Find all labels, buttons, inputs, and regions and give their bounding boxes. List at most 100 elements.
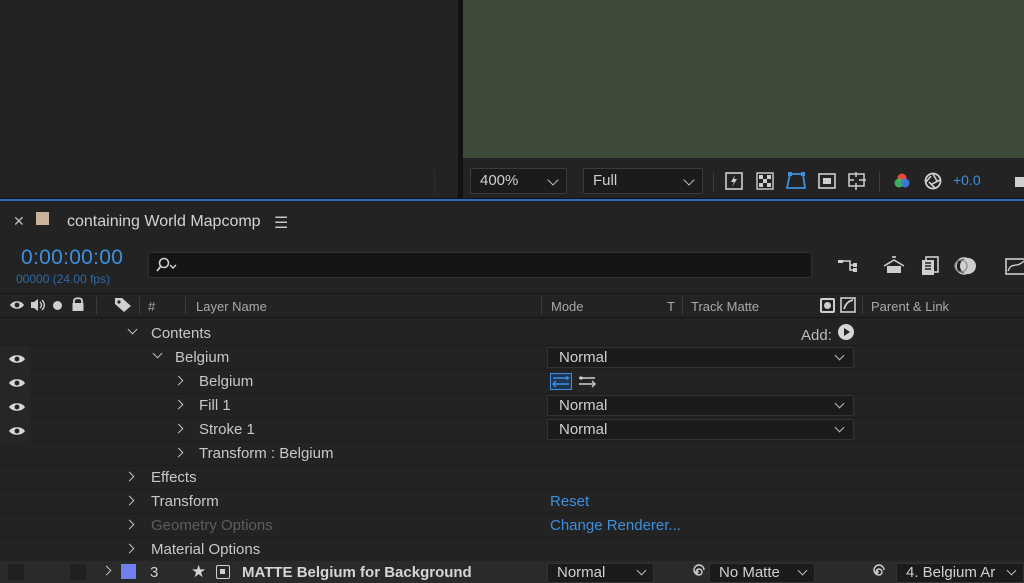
col-mode: Mode xyxy=(551,299,584,314)
magnification-dropdown[interactable]: 400% xyxy=(470,168,567,194)
eye-icon[interactable] xyxy=(8,424,26,436)
reset-link[interactable]: Reset xyxy=(550,493,589,510)
chevron-down-icon xyxy=(834,398,845,409)
chevron-right-icon[interactable] xyxy=(173,447,184,458)
fast-previews-icon[interactable] xyxy=(723,170,745,192)
draft-3d-icon[interactable] xyxy=(880,254,908,278)
col-layer-name[interactable]: Layer Name xyxy=(196,299,267,314)
chevron-right-icon[interactable] xyxy=(173,375,184,386)
path-direction-reverse-icon[interactable] xyxy=(550,373,572,395)
col-parent-link: Parent & Link xyxy=(871,299,950,314)
change-renderer-link[interactable]: Change Renderer... xyxy=(550,517,681,534)
blend-mode-value: Normal xyxy=(559,421,608,438)
mask-visibility-icon[interactable] xyxy=(785,170,807,192)
chevron-right-icon[interactable] xyxy=(124,471,135,482)
col-number: # xyxy=(148,299,156,314)
chevron-down-icon xyxy=(834,350,845,361)
chevron-right-icon[interactable] xyxy=(173,423,184,434)
blend-mode-dropdown[interactable]: Normal xyxy=(547,395,854,416)
chevron-down-icon xyxy=(547,174,559,186)
property-label: Fill 1 xyxy=(199,397,231,414)
layer-name[interactable]: MATTE Belgium for Background xyxy=(242,564,472,581)
layer-type-icon xyxy=(216,565,230,579)
layer-mode-dropdown[interactable]: Normal xyxy=(547,563,654,583)
chevron-right-icon[interactable] xyxy=(173,399,184,410)
current-time-display[interactable]: 0:00:00:00 xyxy=(21,246,123,270)
property-row-fill[interactable]: Fill 1 Normal xyxy=(0,394,1024,418)
property-row-transform[interactable]: Transform Reset xyxy=(0,490,1024,514)
blend-mode-dropdown[interactable]: Normal xyxy=(547,347,854,368)
property-row-contents[interactable]: Contents xyxy=(0,322,1024,346)
layer-mode-value: Normal xyxy=(557,564,606,581)
eye-icon[interactable] xyxy=(8,352,26,364)
property-row-belgium-path[interactable]: Belgium xyxy=(0,370,1024,394)
comp-label-swatch xyxy=(36,212,49,225)
path-direction-normal-icon[interactable] xyxy=(576,373,598,395)
resolution-value: Full xyxy=(593,172,618,189)
grid-guides-icon[interactable] xyxy=(846,170,868,192)
property-row-stroke[interactable]: Stroke 1 Normal xyxy=(0,418,1024,442)
composition-viewer[interactable] xyxy=(463,0,1024,158)
frame-blending-icon[interactable] xyxy=(915,254,943,278)
video-switch[interactable] xyxy=(8,564,24,580)
property-row-material-options[interactable]: Material Options xyxy=(0,538,1024,562)
chevron-right-icon[interactable] xyxy=(124,519,135,530)
video-toggle-icon[interactable] xyxy=(9,298,25,317)
resolution-dropdown[interactable]: Full xyxy=(583,168,703,194)
lock-icon[interactable] xyxy=(71,296,85,317)
property-label: Belgium xyxy=(175,349,230,366)
transparency-grid-icon[interactable] xyxy=(754,170,776,192)
chevron-down-icon xyxy=(683,174,695,186)
chevron-down-icon[interactable] xyxy=(152,348,163,359)
label-tag-icon[interactable] xyxy=(114,297,132,318)
property-row-effects[interactable]: Effects xyxy=(0,466,1024,490)
chevron-down-icon xyxy=(636,565,647,576)
layer-search-input[interactable] xyxy=(148,252,812,278)
chevron-right-icon[interactable] xyxy=(124,543,135,554)
property-label: Stroke 1 xyxy=(199,421,255,438)
property-row-geometry-options[interactable]: Geometry Options Change Renderer... xyxy=(0,514,1024,538)
region-of-interest-icon[interactable] xyxy=(816,170,838,192)
property-row-belgium-group[interactable]: Belgium Normal xyxy=(0,346,1024,370)
eye-icon[interactable] xyxy=(8,376,26,388)
chevron-down-icon xyxy=(797,565,808,576)
chevron-down-icon xyxy=(834,422,845,433)
matte-pickwhip-icon[interactable] xyxy=(688,563,706,583)
parent-pickwhip-icon[interactable] xyxy=(868,563,886,583)
snapshot-icon[interactable] xyxy=(1010,170,1024,192)
reset-exposure-icon[interactable] xyxy=(922,170,944,192)
graph-editor-icon[interactable] xyxy=(1000,254,1024,278)
comp-flowchart-icon[interactable] xyxy=(834,254,862,278)
chevron-down-icon[interactable] xyxy=(127,324,138,335)
lock-switch[interactable] xyxy=(70,564,86,580)
solo-icon[interactable] xyxy=(53,301,62,310)
add-label: Add: xyxy=(801,327,832,344)
matte-source-icon[interactable] xyxy=(820,298,835,313)
frame-rate-info: 00000 (24.00 fps) xyxy=(16,272,111,286)
track-matte-value: No Matte xyxy=(719,564,780,581)
magnification-value: 400% xyxy=(480,172,519,189)
pickwhip-icon[interactable] xyxy=(840,297,856,318)
close-icon[interactable]: ✕ xyxy=(13,213,25,230)
blend-mode-value: Normal xyxy=(559,349,608,366)
property-label: Transform : Belgium xyxy=(199,445,334,462)
panel-menu-icon[interactable]: ☰ xyxy=(274,213,288,233)
track-matte-dropdown[interactable]: No Matte xyxy=(709,563,815,583)
search-icon[interactable] xyxy=(156,256,178,274)
add-menu-button[interactable] xyxy=(838,324,854,340)
chevron-right-icon[interactable] xyxy=(124,495,135,506)
audio-toggle-icon[interactable] xyxy=(29,297,47,318)
property-label: Geometry Options xyxy=(151,517,273,534)
motion-blur-icon[interactable] xyxy=(953,254,981,278)
eye-icon[interactable] xyxy=(8,400,26,412)
project-panel xyxy=(0,0,460,198)
exposure-value[interactable]: +0.0 xyxy=(953,172,981,188)
parent-dropdown[interactable]: 4. Belgium Ar xyxy=(896,563,1024,583)
col-t: T xyxy=(667,299,675,314)
layer-label-color[interactable] xyxy=(121,564,136,579)
property-row-transform-belgium[interactable]: Transform : Belgium xyxy=(0,442,1024,466)
blend-mode-dropdown[interactable]: Normal xyxy=(547,419,854,440)
col-track-matte: Track Matte xyxy=(691,299,760,314)
comp-tab-title[interactable]: containing World Mapcomp xyxy=(67,213,261,231)
color-channels-icon[interactable] xyxy=(891,170,913,192)
